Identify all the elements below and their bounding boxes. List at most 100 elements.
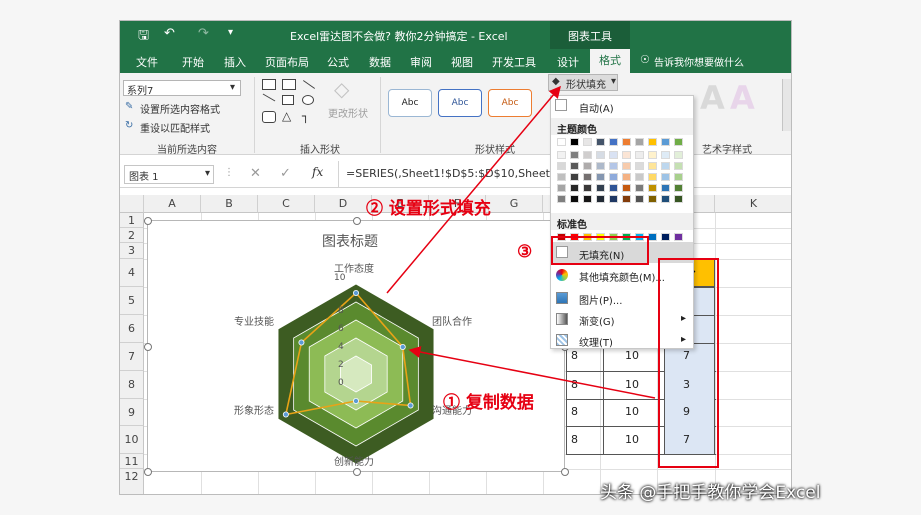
column-header[interactable]: C bbox=[258, 195, 315, 213]
redo-icon[interactable]: ↷ bbox=[198, 26, 209, 41]
resize-handle[interactable] bbox=[561, 468, 569, 476]
triangle-shape-icon[interactable]: △ bbox=[282, 109, 291, 123]
table-cell[interactable]: 10 bbox=[625, 378, 639, 391]
radar-data-point[interactable] bbox=[352, 397, 359, 404]
color-swatch[interactable] bbox=[609, 138, 618, 146]
menu-item-no-fill[interactable]: 无填充(N) bbox=[551, 242, 693, 263]
color-swatch[interactable] bbox=[570, 151, 579, 159]
oval-shape-icon[interactable] bbox=[302, 95, 314, 105]
shape-fill-button[interactable]: ◆ 形状填充 ▾ bbox=[548, 74, 618, 91]
row-header[interactable]: 10 bbox=[120, 426, 144, 454]
row-header[interactable]: 2 bbox=[120, 228, 144, 243]
table-cell[interactable]: 3 bbox=[683, 378, 690, 391]
color-swatch[interactable] bbox=[648, 173, 657, 181]
theme-color-grid[interactable] bbox=[557, 138, 689, 218]
color-swatch[interactable] bbox=[674, 184, 683, 192]
color-swatch[interactable] bbox=[609, 162, 618, 170]
row-header[interactable]: 7 bbox=[120, 343, 144, 371]
menu-item-gradient[interactable]: 渐变(G) bbox=[579, 313, 615, 328]
resize-handle[interactable] bbox=[144, 217, 152, 225]
color-swatch[interactable] bbox=[596, 162, 605, 170]
row-header[interactable]: 1 bbox=[120, 213, 144, 228]
table-cell[interactable]: 7 bbox=[683, 433, 690, 446]
color-swatch[interactable] bbox=[557, 195, 566, 203]
resize-handle[interactable] bbox=[353, 217, 361, 225]
name-box[interactable]: 图表 1 ▾ bbox=[124, 165, 214, 184]
color-swatch[interactable] bbox=[635, 184, 644, 192]
wordart-gallery[interactable]: A A bbox=[700, 79, 780, 127]
color-swatch[interactable] bbox=[674, 173, 683, 181]
vertical-textbox-shape-icon[interactable] bbox=[282, 79, 296, 90]
color-swatch[interactable] bbox=[674, 233, 683, 241]
format-selection-button[interactable]: 设置所选内容格式 bbox=[140, 101, 220, 116]
row-header[interactable]: 11 bbox=[120, 454, 144, 469]
enter-icon[interactable]: ✓ bbox=[280, 166, 291, 181]
color-swatch[interactable] bbox=[570, 195, 579, 203]
tab-format[interactable]: 格式 bbox=[590, 49, 630, 73]
tell-me-box[interactable]: 告诉我你想要做什么 bbox=[654, 54, 744, 69]
color-swatch[interactable] bbox=[635, 162, 644, 170]
column-header[interactable]: D bbox=[315, 195, 372, 213]
radar-data-point[interactable] bbox=[282, 411, 289, 418]
radar-data-point[interactable] bbox=[399, 344, 406, 351]
radar-data-point[interactable] bbox=[407, 402, 414, 409]
column-header[interactable]: B bbox=[201, 195, 258, 213]
table-cell[interactable]: 9 bbox=[683, 405, 690, 418]
wordart-style-1[interactable]: A bbox=[700, 79, 725, 117]
color-swatch[interactable] bbox=[635, 151, 644, 159]
textbox-shape-icon[interactable] bbox=[262, 79, 276, 90]
color-swatch[interactable] bbox=[596, 233, 605, 241]
color-swatch[interactable] bbox=[609, 184, 618, 192]
shape-style-2[interactable]: Abc bbox=[438, 89, 482, 117]
tab-page-layout[interactable]: 页面布局 bbox=[265, 54, 309, 70]
chart-elements-dropdown[interactable]: 系列7 ▾ bbox=[123, 80, 241, 97]
color-swatch[interactable] bbox=[583, 195, 592, 203]
color-swatch[interactable] bbox=[570, 184, 579, 192]
color-swatch[interactable] bbox=[661, 151, 670, 159]
menu-item-more-colors[interactable]: 其他填充颜色(M)... bbox=[579, 269, 665, 284]
color-swatch[interactable] bbox=[622, 162, 631, 170]
color-swatch[interactable] bbox=[635, 195, 644, 203]
table-cell[interactable]: 10 bbox=[625, 433, 639, 446]
insert-function-icon[interactable]: fx bbox=[312, 165, 323, 179]
table-cell[interactable]: 7 bbox=[683, 349, 690, 362]
row-header[interactable]: 6 bbox=[120, 315, 144, 343]
tab-insert[interactable]: 插入 bbox=[224, 54, 246, 70]
wordart-scroll[interactable] bbox=[782, 79, 791, 131]
color-swatch[interactable] bbox=[635, 138, 644, 146]
reset-style-button[interactable]: 重设以匹配样式 bbox=[140, 120, 210, 135]
table-cell[interactable]: 10 bbox=[625, 349, 639, 362]
color-swatch[interactable] bbox=[557, 162, 566, 170]
color-swatch[interactable] bbox=[596, 173, 605, 181]
qat-customize-icon[interactable]: ▾ bbox=[228, 27, 233, 38]
color-swatch[interactable] bbox=[635, 173, 644, 181]
color-swatch[interactable] bbox=[570, 162, 579, 170]
edit-shape-button[interactable]: ◇ 更改形状 bbox=[328, 75, 368, 120]
table-cell[interactable]: 8 bbox=[571, 433, 578, 446]
cancel-icon[interactable]: ✕ bbox=[250, 166, 261, 181]
color-swatch[interactable] bbox=[596, 151, 605, 159]
row-header[interactable]: 3 bbox=[120, 243, 144, 259]
row-header[interactable]: 4 bbox=[120, 259, 144, 287]
color-swatch[interactable] bbox=[648, 151, 657, 159]
menu-item-auto[interactable]: 自动(A) bbox=[579, 100, 614, 115]
column-header[interactable]: G bbox=[486, 195, 543, 213]
color-swatch[interactable] bbox=[622, 151, 631, 159]
radar-chart[interactable]: 图表标题 工作态度 团队合作 沟通能力 创新能力 形象形态 专业技能 10 8 … bbox=[144, 217, 569, 476]
radar-plot[interactable] bbox=[148, 221, 566, 473]
rounded-rect-shape-icon[interactable] bbox=[262, 111, 276, 123]
color-swatch[interactable] bbox=[596, 195, 605, 203]
color-swatch[interactable] bbox=[674, 151, 683, 159]
select-all-corner[interactable] bbox=[120, 195, 144, 213]
tab-data[interactable]: 数据 bbox=[369, 54, 391, 70]
line-shape-icon[interactable] bbox=[262, 93, 276, 102]
elbow-connector-icon[interactable]: ┐ bbox=[302, 109, 309, 123]
color-swatch[interactable] bbox=[661, 173, 670, 181]
column-header[interactable]: K bbox=[715, 195, 791, 213]
color-swatch[interactable] bbox=[661, 138, 670, 146]
save-icon[interactable]: 🖫 bbox=[138, 26, 149, 48]
line-shape-icon[interactable] bbox=[302, 80, 316, 89]
color-swatch[interactable] bbox=[570, 233, 579, 241]
color-swatch[interactable] bbox=[609, 233, 618, 241]
color-swatch[interactable] bbox=[674, 138, 683, 146]
